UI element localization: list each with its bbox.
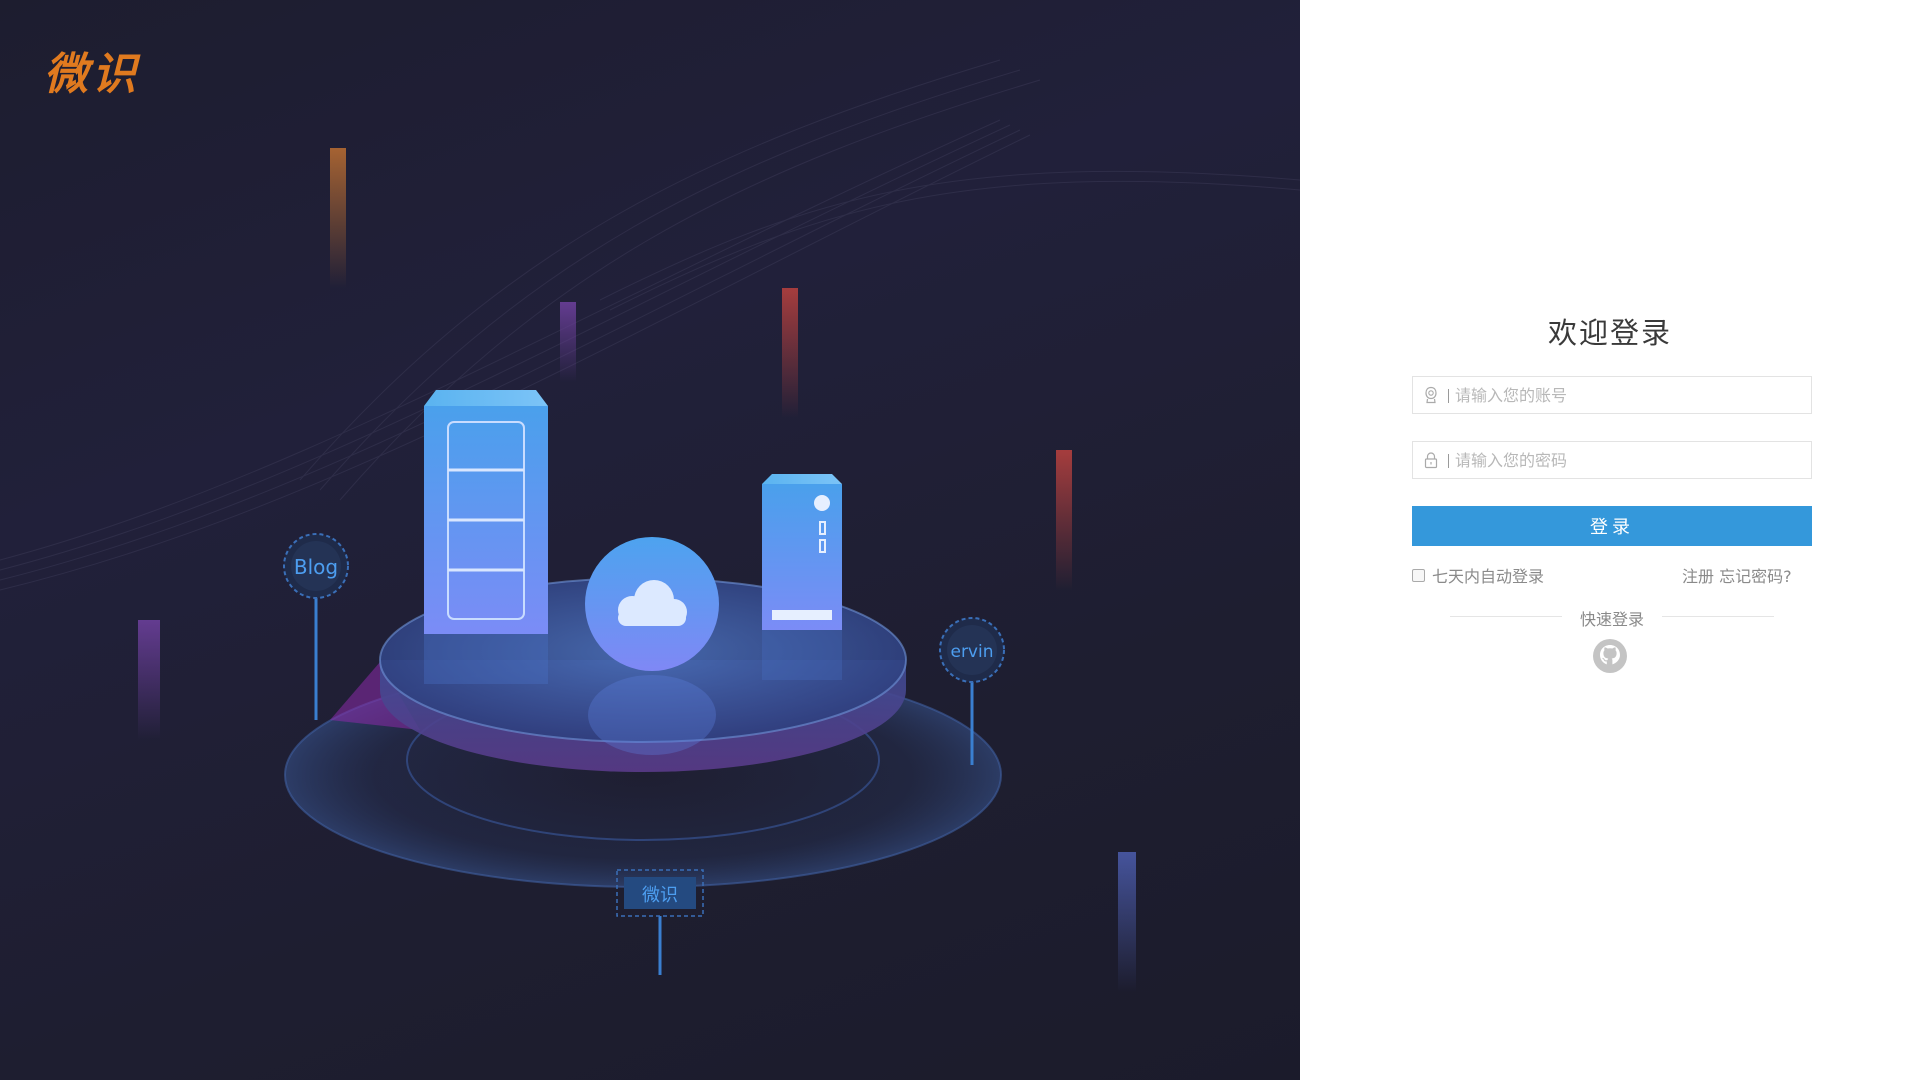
- hero-panel: 微识 Blog ervin 微识: [0, 0, 1300, 1080]
- forgot-password-link[interactable]: 忘记密码?: [1719, 567, 1792, 586]
- username-separator: [1448, 389, 1449, 403]
- cloud-globe: [585, 537, 719, 755]
- pillar-purple: [138, 620, 160, 740]
- background-lines: [0, 59, 1300, 591]
- github-icon[interactable]: [1592, 638, 1628, 674]
- pillar-purple-small: [560, 302, 576, 382]
- login-panel: 欢迎登录 登录 七天内自动登录 注册 忘记密码? 快速登录: [1300, 0, 1920, 1080]
- ervin-bubble-label: ervin: [950, 642, 993, 662]
- pillar-blue: [1118, 852, 1136, 992]
- user-icon: [1425, 386, 1437, 404]
- server-cabinet: [424, 390, 548, 684]
- pillar-orange: [330, 148, 346, 288]
- blog-bubble-label: Blog: [294, 555, 338, 579]
- quick-login-divider-right: [1662, 616, 1774, 617]
- register-link[interactable]: 注册: [1682, 567, 1714, 586]
- weishi-sign: 微识: [616, 869, 704, 975]
- login-title: 欢迎登录: [1547, 316, 1672, 350]
- login-button[interactable]: 登录: [1412, 506, 1812, 546]
- hero-illustration: Blog ervin 微识: [0, 59, 1300, 992]
- pillar-red-right: [1056, 450, 1072, 590]
- pillar-red: [782, 288, 798, 418]
- lock-icon: [1424, 452, 1438, 469]
- password-input[interactable]: [1455, 442, 1795, 478]
- remember-checkbox[interactable]: [1412, 568, 1425, 582]
- username-input[interactable]: [1455, 377, 1795, 413]
- quick-login: 快速登录: [1450, 606, 1774, 629]
- server-tower: [762, 474, 842, 680]
- password-field[interactable]: [1412, 441, 1812, 479]
- blog-bubble: Blog: [283, 533, 349, 720]
- remember-me[interactable]: 七天内自动登录: [1412, 563, 1544, 587]
- quick-login-label: 快速登录: [1579, 610, 1644, 629]
- password-separator: [1448, 454, 1449, 468]
- username-field[interactable]: [1412, 376, 1812, 414]
- remember-label: 七天内自动登录: [1432, 567, 1545, 586]
- auth-links: 注册 忘记密码?: [1682, 563, 1792, 587]
- weishi-sign-label: 微识: [642, 885, 678, 906]
